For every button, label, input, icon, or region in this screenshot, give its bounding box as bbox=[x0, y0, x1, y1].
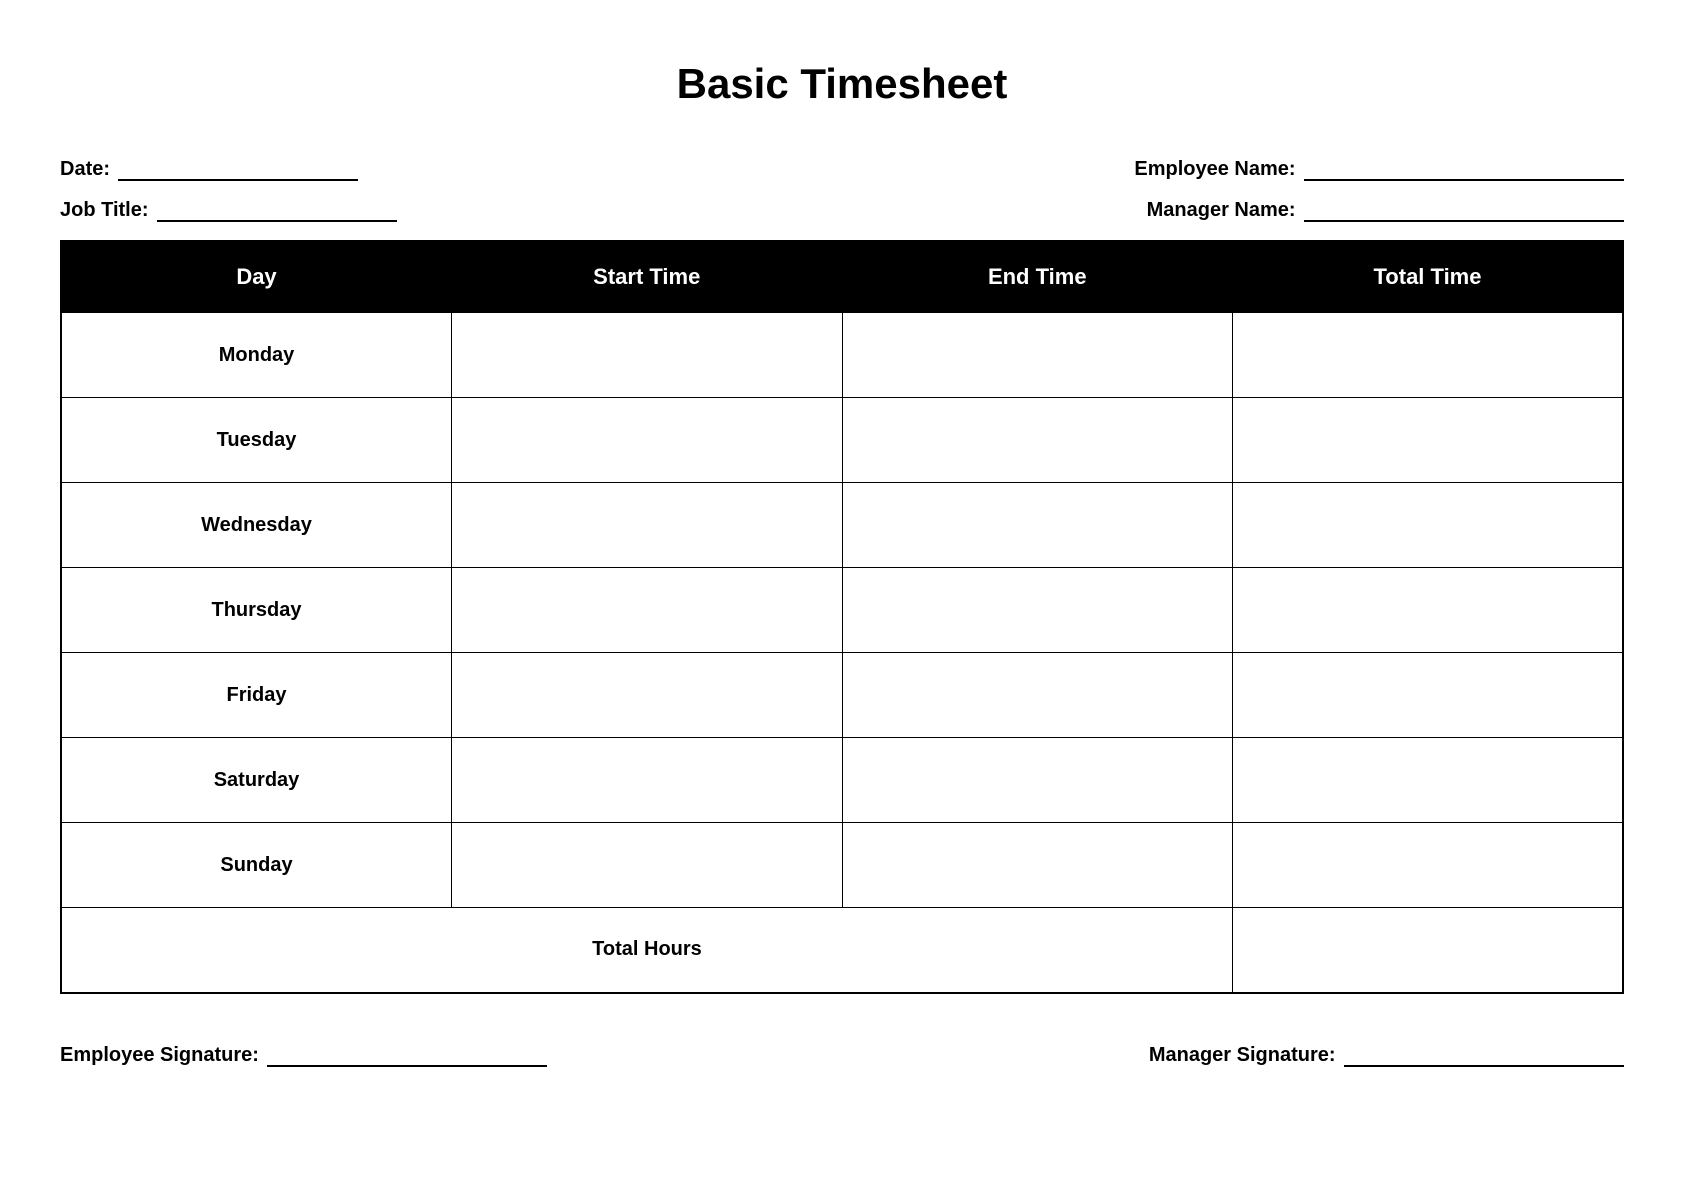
total-time-cell-6 bbox=[1233, 823, 1624, 908]
manager-signature-line bbox=[1344, 1065, 1624, 1067]
total-time-cell-0 bbox=[1233, 313, 1624, 398]
manager-name-label: Manager Name: bbox=[1147, 199, 1296, 221]
end-time-cell-6[interactable] bbox=[842, 823, 1233, 908]
total-time-cell-4 bbox=[1233, 653, 1624, 738]
job-title-label: Job Title: bbox=[60, 199, 149, 221]
end-time-cell-3[interactable] bbox=[842, 568, 1233, 653]
total-hours-value bbox=[1233, 908, 1624, 993]
table-row: Thursday bbox=[61, 568, 1623, 653]
job-title-line bbox=[157, 220, 397, 222]
employee-name-label: Employee Name: bbox=[1134, 158, 1295, 180]
manager-name-line bbox=[1304, 220, 1624, 222]
total-hours-row: Total Hours bbox=[61, 908, 1623, 993]
table-header-row: Day Start Time End Time Total Time bbox=[61, 241, 1623, 313]
total-time-cell-3 bbox=[1233, 568, 1624, 653]
total-time-cell-1 bbox=[1233, 398, 1624, 483]
end-time-cell-5[interactable] bbox=[842, 738, 1233, 823]
date-label: Date: bbox=[60, 158, 110, 180]
employee-signature-line bbox=[267, 1065, 547, 1067]
start-time-cell-0[interactable] bbox=[452, 313, 843, 398]
form-row-1: Date: Employee Name: bbox=[60, 158, 1624, 181]
start-time-cell-5[interactable] bbox=[452, 738, 843, 823]
table-row: Sunday bbox=[61, 823, 1623, 908]
col-header-start-time: Start Time bbox=[452, 241, 843, 313]
day-cell-2: Wednesday bbox=[61, 483, 452, 568]
manager-signature-field: Manager Signature: bbox=[1149, 1044, 1624, 1067]
start-time-cell-2[interactable] bbox=[452, 483, 843, 568]
signatures-section: Employee Signature: Manager Signature: bbox=[60, 1044, 1624, 1067]
day-cell-4: Friday bbox=[61, 653, 452, 738]
day-cell-5: Saturday bbox=[61, 738, 452, 823]
total-time-cell-5 bbox=[1233, 738, 1624, 823]
start-time-cell-1[interactable] bbox=[452, 398, 843, 483]
day-cell-1: Tuesday bbox=[61, 398, 452, 483]
manager-signature-label: Manager Signature: bbox=[1149, 1044, 1336, 1066]
col-header-day: Day bbox=[61, 241, 452, 313]
day-cell-0: Monday bbox=[61, 313, 452, 398]
end-time-cell-2[interactable] bbox=[842, 483, 1233, 568]
table-row: Saturday bbox=[61, 738, 1623, 823]
table-row: Monday bbox=[61, 313, 1623, 398]
end-time-cell-4[interactable] bbox=[842, 653, 1233, 738]
day-cell-3: Thursday bbox=[61, 568, 452, 653]
page-title: Basic Timesheet bbox=[60, 60, 1624, 108]
date-field: Date: bbox=[60, 158, 358, 181]
start-time-cell-6[interactable] bbox=[452, 823, 843, 908]
end-time-cell-0[interactable] bbox=[842, 313, 1233, 398]
total-hours-label: Total Hours bbox=[61, 908, 1233, 993]
employee-name-line bbox=[1304, 179, 1624, 181]
manager-name-field: Manager Name: bbox=[1147, 199, 1624, 222]
col-header-total-time: Total Time bbox=[1233, 241, 1624, 313]
timesheet-table: Day Start Time End Time Total Time Monda… bbox=[60, 240, 1624, 994]
day-cell-6: Sunday bbox=[61, 823, 452, 908]
employee-name-field: Employee Name: bbox=[1134, 158, 1624, 181]
table-row: Friday bbox=[61, 653, 1623, 738]
form-row-2: Job Title: Manager Name: bbox=[60, 199, 1624, 222]
end-time-cell-1[interactable] bbox=[842, 398, 1233, 483]
date-line bbox=[118, 179, 358, 181]
total-time-cell-2 bbox=[1233, 483, 1624, 568]
start-time-cell-4[interactable] bbox=[452, 653, 843, 738]
job-title-field: Job Title: bbox=[60, 199, 397, 222]
employee-signature-field: Employee Signature: bbox=[60, 1044, 547, 1067]
col-header-end-time: End Time bbox=[842, 241, 1233, 313]
employee-signature-label: Employee Signature: bbox=[60, 1044, 259, 1066]
start-time-cell-3[interactable] bbox=[452, 568, 843, 653]
table-row: Tuesday bbox=[61, 398, 1623, 483]
table-row: Wednesday bbox=[61, 483, 1623, 568]
